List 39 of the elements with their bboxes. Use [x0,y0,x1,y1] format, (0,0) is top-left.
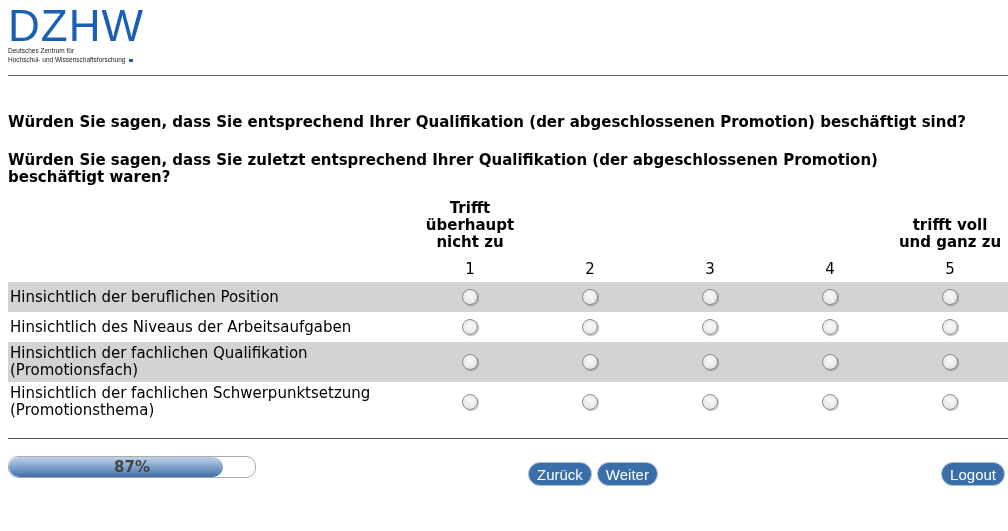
radio-button[interactable] [822,394,838,410]
radio-button[interactable] [702,289,718,305]
radio-button[interactable] [462,289,478,305]
radio-button[interactable] [702,354,718,370]
back-button[interactable]: Zurück [528,462,592,486]
item-label: Hinsichtlich der beruflichen Position [10,288,279,306]
radio-button[interactable] [582,394,598,410]
logout-button[interactable]: Logout [941,462,1005,486]
scale-number: 5 [945,261,955,278]
radio-button[interactable] [942,394,958,410]
radio-button[interactable] [582,354,598,370]
item-label: Hinsichtlich der fachlichen Qualifikation (Promotionsfach) [10,345,309,379]
logo-wordmark: DZHW [8,8,144,44]
radio-button[interactable] [942,289,958,305]
item-label: Hinsichtlich des Niveaus der Arbeitsaufgaben [10,318,352,336]
scale-number: 1 [465,261,475,278]
radio-button[interactable] [942,354,958,370]
scale-label: trifft voll und ganz zu [897,217,1003,251]
radio-button[interactable] [582,319,598,335]
radio-button[interactable] [822,354,838,370]
radio-button[interactable] [822,319,838,335]
item-label: Hinsichtlich der fachlichen Schwerpunktsetzung (Promotionsthema) [10,385,372,419]
next-button[interactable]: Weiter [596,462,658,486]
logo-square-icon [129,59,134,62]
scale-label: Trifft überhaupt nicht zu [424,200,516,251]
scale-number: 2 [585,261,595,278]
question-text: Würden Sie sagen, dass Sie entsprechend Ihrer Qualifikation (der abgeschlossenen Promotion) beschäftigt sind? [8,114,966,131]
radio-button[interactable] [702,394,718,410]
radio-button[interactable] [702,319,718,335]
radio-button[interactable] [822,289,838,305]
radio-button[interactable] [942,319,958,335]
radio-button[interactable] [462,354,478,370]
scale-number: 4 [825,261,835,278]
radio-button[interactable] [462,394,478,410]
scale-number: 3 [705,261,715,278]
radio-button[interactable] [582,289,598,305]
progress-reading: 87% [113,458,151,476]
question-text: Würden Sie sagen, dass Sie zuletzt entsprechend Ihrer Qualifikation (der abgeschlossenen Promotion) beschäftigt waren? [8,152,879,186]
radio-button[interactable] [462,319,478,335]
